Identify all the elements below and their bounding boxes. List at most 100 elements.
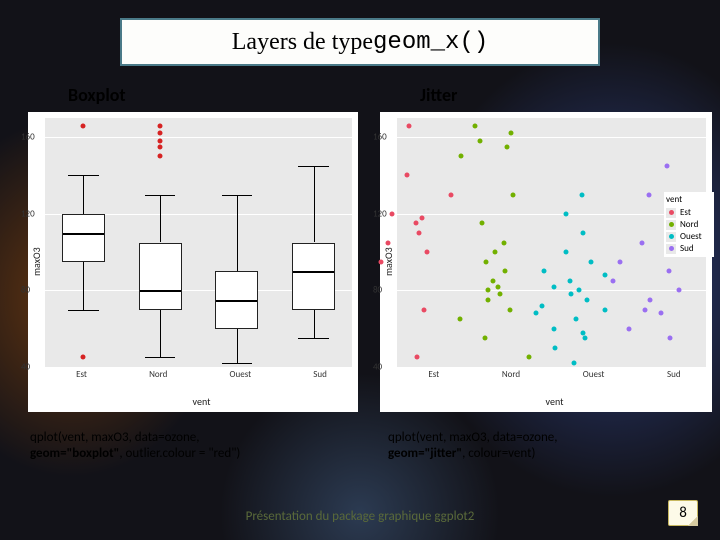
data-point: [496, 284, 501, 289]
data-point: [580, 330, 585, 335]
box: [215, 271, 258, 328]
data-point: [540, 303, 545, 308]
data-point: [478, 138, 483, 143]
whisker-cap: [298, 166, 329, 167]
data-point: [581, 230, 586, 235]
whisker: [160, 195, 161, 243]
whisker-cap: [298, 338, 329, 339]
caption-line1: qplot(vent, maxO3, data=ozone,: [30, 430, 200, 445]
data-point: [648, 297, 653, 302]
data-point: [526, 355, 531, 360]
legend-label: Nord: [680, 219, 698, 230]
data-point: [405, 173, 410, 178]
box: [292, 243, 335, 310]
data-point: [589, 259, 594, 264]
legend-item: Sud: [666, 243, 712, 254]
x-tick-label: Nord: [502, 369, 520, 380]
whisker: [83, 262, 84, 310]
data-point: [491, 278, 496, 283]
caption-bold: geom="boxplot": [30, 446, 119, 461]
data-point: [492, 250, 497, 255]
data-point: [507, 307, 512, 312]
data-point: [584, 297, 589, 302]
x-tick-label: Nord: [149, 369, 167, 380]
caption-rest: , outlier.colour = "red"): [119, 446, 240, 461]
slide-title: Layers de type geom_x(): [120, 18, 600, 66]
legend-label: Est: [680, 207, 691, 218]
data-point: [457, 317, 462, 322]
median-line: [140, 290, 181, 292]
outlier-point: [81, 123, 86, 128]
data-point: [390, 211, 395, 216]
caption-bold: geom="jitter": [388, 446, 462, 461]
data-point: [485, 297, 490, 302]
outlier-point: [81, 355, 86, 360]
heading-jitter: Jitter: [380, 82, 712, 112]
data-point: [646, 192, 651, 197]
y-tick-label: 80: [373, 285, 382, 296]
data-point: [533, 311, 538, 316]
gridline: [397, 367, 706, 368]
data-point: [603, 307, 608, 312]
whisker-cap: [222, 195, 253, 196]
outlier-point: [158, 144, 163, 149]
whisker-cap: [222, 363, 253, 364]
x-tick-label: Sud: [313, 369, 327, 380]
legend-swatch: [666, 208, 676, 218]
gridline: [45, 137, 352, 138]
plot-inner: 4080120160 EstNordOuestSud vent: [397, 112, 712, 412]
outlier-point: [158, 138, 163, 143]
box: [139, 243, 182, 310]
data-point: [643, 307, 648, 312]
caption-rest: , colour=vent): [462, 446, 535, 461]
data-point: [414, 221, 419, 226]
gridline: [45, 367, 352, 368]
legend-swatch: [666, 244, 676, 254]
gridline: [397, 214, 706, 215]
outlier-point: [158, 123, 163, 128]
data-point: [485, 288, 490, 293]
gridline: [397, 137, 706, 138]
data-point: [564, 211, 569, 216]
median-line: [293, 271, 334, 273]
data-point: [563, 250, 568, 255]
median-line: [63, 233, 104, 235]
data-point: [449, 192, 454, 197]
boxplot-panel: 4080120160: [45, 118, 352, 367]
legend: vent EstNordOuestSud: [664, 192, 714, 257]
data-point: [482, 336, 487, 341]
outlier-point: [158, 131, 163, 136]
data-point: [553, 345, 558, 350]
data-point: [542, 269, 547, 274]
heading-boxplot: Boxplot: [28, 82, 358, 112]
data-point: [583, 336, 588, 341]
column-jitter: Jitter maxO3 4080120160 EstNordOuestSud …: [380, 82, 712, 412]
data-point: [509, 131, 514, 136]
y-axis-label: maxO3: [28, 112, 45, 412]
y-tick-label: 160: [373, 132, 387, 143]
data-point: [406, 123, 411, 128]
data-point: [567, 278, 572, 283]
data-point: [676, 288, 681, 293]
data-point: [602, 273, 607, 278]
x-tick-label: Ouest: [230, 369, 252, 380]
legend-swatch: [666, 232, 676, 242]
data-point: [379, 259, 384, 264]
data-point: [618, 259, 623, 264]
data-point: [579, 192, 584, 197]
y-tick-label: 160: [21, 132, 35, 143]
data-point: [425, 250, 430, 255]
title-text-mono: geom_x(): [373, 29, 488, 56]
whisker-cap: [68, 310, 99, 311]
data-point: [501, 240, 506, 245]
gridline: [397, 290, 706, 291]
legend-label: Sud: [680, 243, 694, 254]
data-point: [502, 269, 507, 274]
y-tick-label: 40: [21, 362, 30, 373]
plot-inner: 4080120160 EstNordOuestSud vent: [45, 112, 358, 412]
column-boxplot: Boxplot maxO3 4080120160 EstNordOuestSud…: [28, 82, 358, 412]
data-point: [498, 292, 503, 297]
data-point: [421, 307, 426, 312]
data-point: [415, 355, 420, 360]
y-tick-label: 40: [373, 362, 382, 373]
